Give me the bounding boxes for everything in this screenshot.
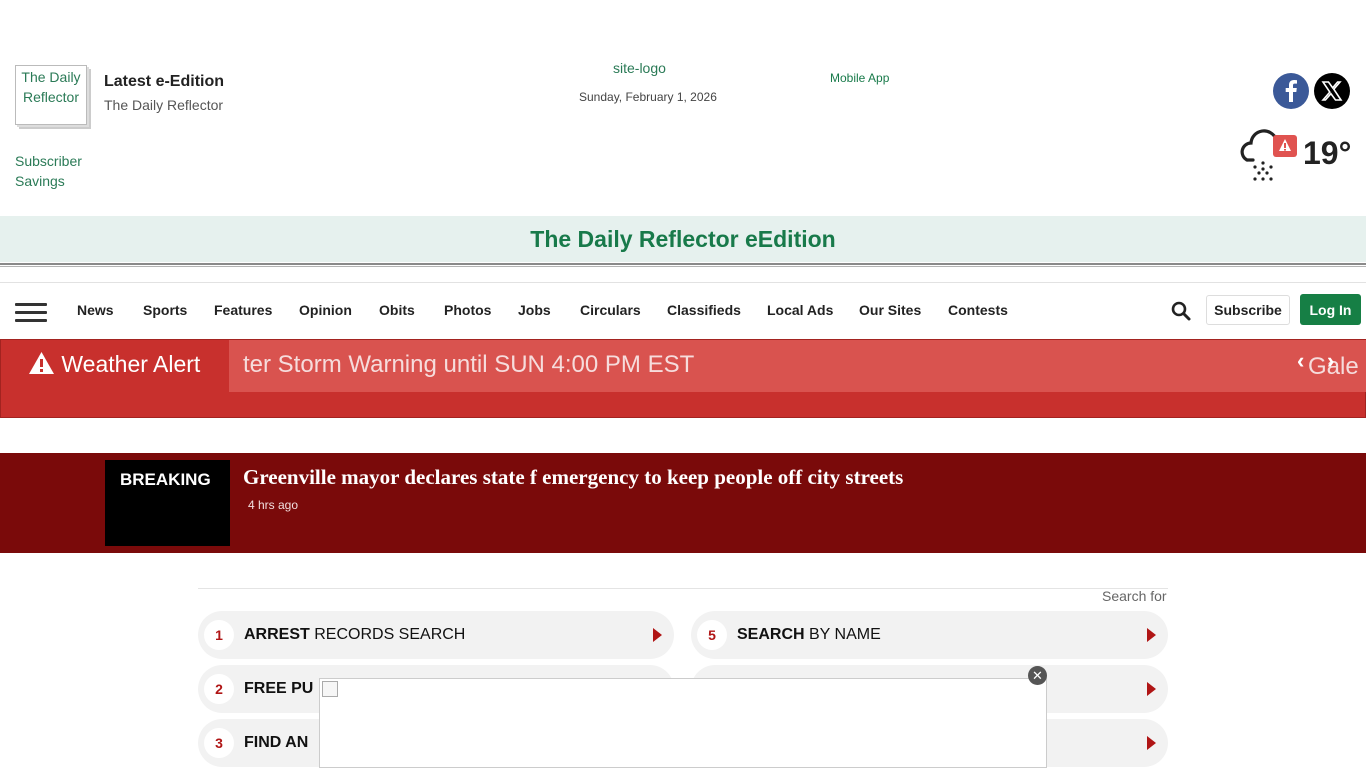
- ad-overlay[interactable]: [319, 678, 1047, 768]
- search-item-number: 3: [204, 728, 234, 758]
- main-nav: News Sports Features Opinion Obits Photo…: [0, 283, 1366, 339]
- nav-obits[interactable]: Obits: [379, 302, 415, 318]
- chevron-right-icon: [1147, 736, 1156, 750]
- weather-alert-bar[interactable]: Weather Alert ter Storm Warning until SU…: [0, 339, 1366, 418]
- subscriber-savings-link[interactable]: Subscriber Savings: [15, 151, 115, 191]
- divider: [198, 588, 1168, 589]
- search-item-number: 2: [204, 674, 234, 704]
- chevron-right-icon: [653, 628, 662, 642]
- search-for-label: Search for: [1102, 588, 1167, 604]
- search-item-5[interactable]: 5 SEARCH BY NAME: [691, 611, 1168, 659]
- subscribe-button[interactable]: Subscribe: [1206, 295, 1290, 325]
- site-logo[interactable]: site-logo: [613, 60, 666, 76]
- search-item-label: SEARCH BY NAME: [737, 626, 881, 643]
- divider: [0, 266, 1366, 267]
- edition-banner[interactable]: The Daily Reflector eEdition: [0, 216, 1366, 262]
- search-item-label: FIND AN: [244, 734, 309, 751]
- breaking-news-bar: BREAKING Greenville mayor declares state…: [0, 453, 1366, 553]
- header-top: The Daily Reflector Latest e-Edition The…: [0, 0, 1366, 216]
- search-item-number: 5: [697, 620, 727, 650]
- ticker-prev-icon[interactable]: ‹: [1297, 348, 1304, 374]
- nav-opinion[interactable]: Opinion: [299, 302, 352, 318]
- nav-sports[interactable]: Sports: [143, 302, 187, 318]
- header-date: Sunday, February 1, 2026: [579, 90, 717, 104]
- nav-photos[interactable]: Photos: [444, 302, 491, 318]
- temperature: 19°: [1303, 135, 1352, 171]
- login-button[interactable]: Log In: [1300, 294, 1361, 325]
- latest-edition-link[interactable]: Latest e-Edition: [104, 73, 224, 91]
- alert-ticker-text: ter Storm Warning until SUN 4:00 PM EST: [243, 351, 695, 378]
- search-icon[interactable]: [1170, 300, 1192, 322]
- edition-subtitle: The Daily Reflector: [104, 97, 224, 113]
- close-icon[interactable]: ✕: [1028, 666, 1047, 685]
- breaking-badge: BREAKING: [105, 460, 230, 546]
- edition-thumbnail-alt: The Daily Reflector: [21, 69, 81, 105]
- warning-icon: [29, 352, 54, 374]
- search-item-1[interactable]: 1 ARREST RECORDS SEARCH: [198, 611, 674, 659]
- breaking-timestamp: 4 hrs ago: [248, 498, 299, 512]
- search-item-label: ARREST RECORDS SEARCH: [244, 626, 466, 643]
- nav-contests[interactable]: Contests: [948, 302, 1008, 318]
- facebook-icon[interactable]: [1273, 73, 1309, 109]
- search-item-number: 1: [204, 620, 234, 650]
- weather-alert-ticker[interactable]: ter Storm Warning until SUN 4:00 PM EST …: [229, 340, 1366, 392]
- nav-news[interactable]: News: [77, 302, 114, 318]
- nav-local-ads[interactable]: Local Ads: [767, 302, 833, 318]
- chevron-right-icon: [1147, 628, 1156, 642]
- chevron-right-icon: [1147, 682, 1156, 696]
- nav-circulars[interactable]: Circulars: [580, 302, 641, 318]
- ticker-next-icon[interactable]: ›: [1327, 348, 1334, 374]
- divider: [0, 263, 1366, 265]
- broken-image-icon: [322, 681, 338, 697]
- nav-our-sites[interactable]: Our Sites: [859, 302, 921, 318]
- x-twitter-icon[interactable]: [1314, 73, 1350, 109]
- weather-alert-title: Weather Alert: [28, 351, 218, 378]
- breaking-headline[interactable]: Greenville mayor declares state f emerge…: [243, 465, 903, 490]
- snow-cloud-icon: [1240, 129, 1297, 181]
- nav-jobs[interactable]: Jobs: [518, 302, 551, 318]
- mobile-app-link[interactable]: Mobile App: [830, 71, 889, 85]
- edition-banner-title: The Daily Reflector eEdition: [530, 225, 836, 252]
- nav-classifieds[interactable]: Classifieds: [667, 302, 741, 318]
- nav-features[interactable]: Features: [214, 302, 272, 318]
- hamburger-menu-icon[interactable]: [15, 303, 47, 322]
- edition-thumbnail[interactable]: The Daily Reflector: [15, 65, 87, 125]
- search-item-label: FREE PU: [244, 680, 314, 697]
